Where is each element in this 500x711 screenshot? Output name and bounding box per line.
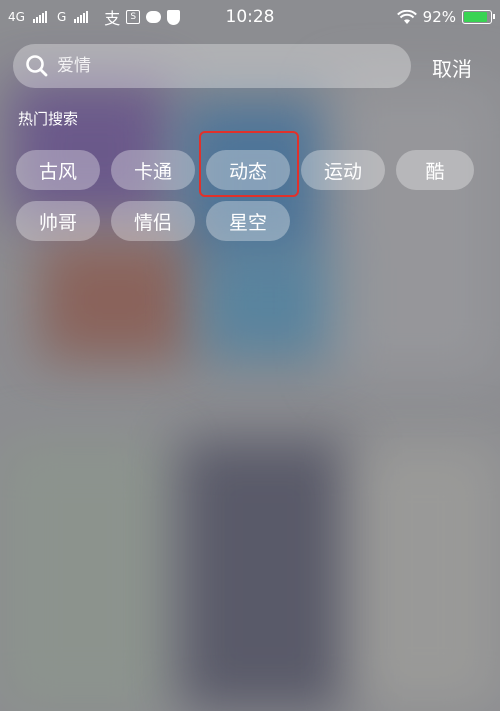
wifi-icon	[396, 9, 417, 24]
chip-qinglv[interactable]: 情侣	[111, 201, 195, 241]
hot-search-title: 热门搜索	[18, 110, 79, 128]
chip-shuaige[interactable]: 帅哥	[16, 201, 100, 241]
cancel-button[interactable]: 取消	[432, 53, 472, 82]
battery-percent: 92%	[422, 8, 456, 26]
chip-dongtai[interactable]: 动态	[206, 150, 290, 190]
chip-yundong[interactable]: 运动	[301, 150, 385, 190]
hot-search-chips: 古风 卡通 动态 运动 酷 帅哥 情侣 星空	[16, 150, 486, 252]
chip-ku[interactable]: 酷	[396, 150, 474, 190]
chip-row-1: 古风 卡通 动态 运动 酷	[16, 150, 486, 190]
status-bar: 4G G 支 S 10:28 92%	[0, 0, 500, 36]
battery-icon	[462, 10, 495, 24]
search-icon	[26, 55, 48, 77]
battery-fill	[464, 12, 487, 22]
chip-row-2: 帅哥 情侣 星空	[16, 201, 486, 241]
search-input[interactable]	[55, 55, 359, 77]
chip-gufeng[interactable]: 古风	[16, 150, 100, 190]
status-right: 92%	[396, 8, 495, 26]
blurred-wallpaper-background	[0, 0, 500, 711]
chip-xingkong[interactable]: 星空	[206, 201, 290, 241]
search-bar[interactable]	[13, 44, 411, 88]
chip-katong[interactable]: 卡通	[111, 150, 195, 190]
